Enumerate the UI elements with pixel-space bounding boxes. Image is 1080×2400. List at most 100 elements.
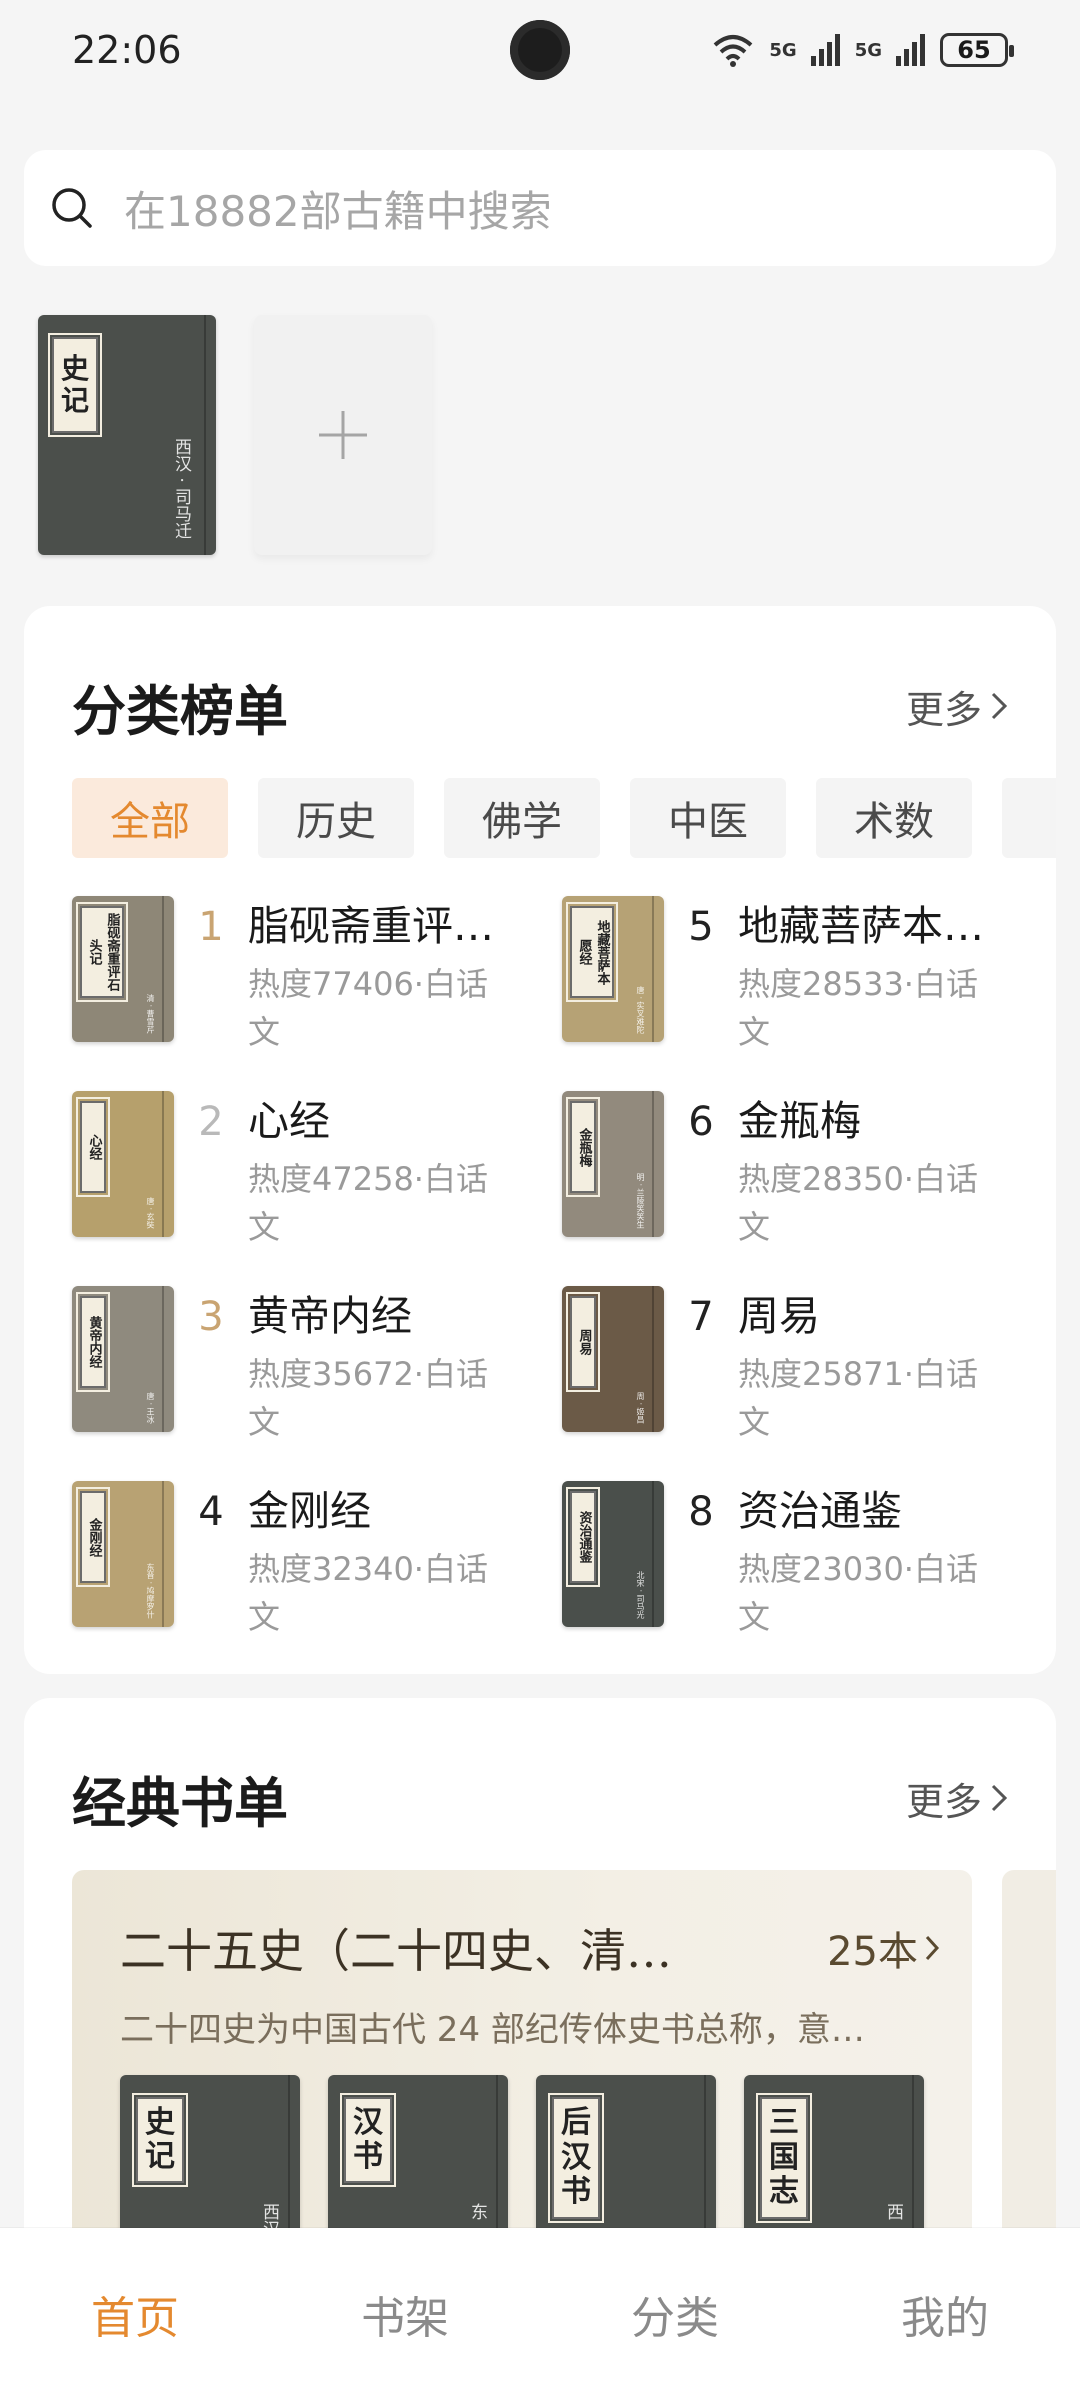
book-cover: 金刚经东晋 · 鸠摩罗什 [72, 1481, 174, 1627]
cover-title-label: 史 记 [48, 333, 102, 437]
cover-author: 北宋 · 司马光 [636, 1571, 645, 1619]
cover-title-char: 书 [561, 2174, 591, 2210]
cover-title-line: 头记 [86, 939, 102, 965]
cover-author: 东晋 · 鸠摩罗什 [146, 1563, 155, 1619]
category-chip[interactable]: 全部 [72, 778, 228, 858]
cover-spine [652, 1091, 654, 1237]
banner-title-row: 二十五史（二十四史、清… 25本 [120, 1910, 940, 1986]
rank-info: 脂砚斋重评… 热度77406·白话文 [248, 896, 508, 1056]
recent-book-shiji[interactable]: 史 记 西汉 · 司马迁 [38, 315, 216, 555]
cover-author: 西汉 · 司马迁 [171, 437, 191, 539]
next-booklist-banner[interactable] [1002, 1870, 1056, 2290]
cover-title-label: 周易 [566, 1292, 600, 1392]
cover-spine [162, 896, 164, 1042]
rank-item[interactable]: 周易周 · 姬昌 7 周易 热度25871·白话文 [562, 1286, 1032, 1481]
cover-title-char: 史 [145, 2104, 175, 2140]
banner-description: 二十四史为中国古代 24 部纪传体史书总称，意… [120, 2010, 865, 2050]
cover-title-label: 资治通鉴 [566, 1487, 600, 1587]
cover-title-label: 黄帝内经 [76, 1292, 110, 1392]
book-cover: 脂砚斋重评石 头记清 · 曹雪芹 [72, 896, 174, 1042]
nav-tab[interactable]: 我的 [845, 2282, 1045, 2346]
rank-number: 4 [198, 1489, 224, 1535]
rank-item[interactable]: 资治通鉴 北宋 · 司马光 8 资治通鉴 热度23030·白话文 [562, 1481, 1032, 1676]
cover-spine [652, 896, 654, 1042]
rank-title: 金瓶梅 [738, 1097, 861, 1145]
cover-spine [652, 1286, 654, 1432]
category-chip[interactable]: 术数 [816, 778, 972, 858]
rank-info: 金瓶梅热度28350·白话文 [738, 1091, 998, 1251]
rank-meta: 热度28350·白话文 [738, 1160, 978, 1246]
rank-item[interactable]: 黄帝内经唐 · 王冰 3 黄帝内经 热度35672·白话文 [72, 1286, 562, 1481]
rank-item[interactable]: 心经唐 · 玄奘 2 心经 热度47258·白话文 [72, 1091, 562, 1286]
cover-title-line: 心经 [86, 1134, 102, 1160]
rank-title: 资治通鉴 [738, 1487, 902, 1535]
cover-title-char: 记 [60, 384, 89, 417]
status-time: 22:06 [72, 28, 182, 72]
category-chip[interactable]: 佛学 [444, 778, 600, 858]
status-icons: 5G 5G 65 [711, 33, 1014, 67]
book-cover: 金瓶梅明 · 兰陵笑笑生 [562, 1091, 664, 1237]
book-cover: 资治通鉴北宋 · 司马光 [562, 1481, 664, 1627]
network-label-2: 5G [854, 39, 882, 61]
cover-title-label: 史记 [132, 2093, 188, 2187]
rank-meta: 热度28533·白话文 [738, 965, 978, 1051]
nav-tab[interactable]: 分类 [575, 2282, 775, 2346]
rank-info: 黄帝内经 热度35672·白话文 [248, 1286, 508, 1446]
cover-title-label: 金刚经 [76, 1487, 110, 1587]
more-link[interactable]: 更多 [906, 679, 1008, 734]
add-book-button[interactable] [254, 315, 432, 555]
rank-meta: 热度25871·白话文 [738, 1355, 978, 1441]
signal-icon [810, 34, 840, 66]
book-cover: 黄帝内经唐 · 王冰 [72, 1286, 174, 1432]
cover-title-char: 记 [145, 2139, 175, 2174]
search-placeholder: 在18882部古籍中搜索 [124, 186, 552, 236]
rank-item[interactable]: 金瓶梅明 · 兰陵笑笑生 6 金瓶梅热度28350·白话文 [562, 1091, 1032, 1286]
rank-number: 6 [688, 1099, 714, 1145]
nav-tab[interactable]: 书架 [305, 2282, 505, 2346]
section-title: 分类榜单 [72, 678, 288, 743]
recent-books: 史 记 西汉 · 司马迁 [38, 315, 432, 555]
rank-meta: 热度23030·白话文 [738, 1550, 978, 1636]
booklist-banner[interactable]: 二十五史（二十四史、清… 25本 二十四史为中国古代 24 部纪传体史书总称，意… [72, 1870, 972, 2290]
chevron-right-icon [925, 1935, 940, 1961]
signal-icon [896, 34, 925, 66]
rank-info: 周易 热度25871·白话文 [738, 1286, 998, 1446]
nav-tab[interactable]: 首页 [35, 2282, 235, 2346]
rank-item[interactable]: 地藏菩萨本 愿经唐 · 实叉难陀 5 地藏菩萨本… 热度28533·白话文 [562, 896, 1032, 1091]
banner-count-label: 25本 [827, 1929, 918, 1975]
cover-title-line: 地藏菩萨本 [594, 919, 610, 985]
more-link[interactable]: 更多 [906, 1771, 1008, 1826]
rank-list: 脂砚斋重评石 头记清 · 曹雪芹 1 脂砚斋重评… 热度77406·白话文 地藏菩萨本 愿经… [72, 896, 1032, 1676]
cover-spine [652, 1481, 654, 1627]
banner-count[interactable]: 25本 [827, 1919, 940, 1977]
search-bar[interactable]: 在18882部古籍中搜索 [24, 150, 1056, 266]
rank-item[interactable]: 金刚经东晋 · 鸠摩罗什 4 金刚经 热度32340·白话文 [72, 1481, 562, 1676]
category-chip[interactable]: 中医 [630, 778, 786, 858]
more-label: 更多 [905, 1779, 982, 1824]
cover-spine [162, 1286, 164, 1432]
rank-item[interactable]: 脂砚斋重评石 头记清 · 曹雪芹 1 脂砚斋重评… 热度77406·白话文 [72, 896, 562, 1091]
cover-title-label: 心经 [76, 1097, 110, 1197]
cover-spine [162, 1481, 164, 1627]
cover-title-line: 资治通鉴 [576, 1511, 592, 1563]
cover-author: 周 · 姬昌 [636, 1392, 645, 1424]
cover-spine [204, 315, 206, 555]
book-cover: 周易周 · 姬昌 [562, 1286, 664, 1432]
cover-title-line: 脂砚斋重评石 [104, 913, 120, 991]
banner-title: 二十五史（二十四史、清… [120, 1924, 672, 1978]
category-chip[interactable]: 历史 [258, 778, 414, 858]
cover-spine [162, 1091, 164, 1237]
rank-info: 资治通鉴热度23030·白话文 [738, 1481, 998, 1641]
cover-title-char: 史 [60, 351, 89, 385]
rank-info: 金刚经 热度32340·白话文 [248, 1481, 508, 1641]
cover-author: 清 · 曹雪芹 [146, 994, 155, 1034]
category-chip[interactable]: 小 [1002, 778, 1056, 858]
rank-header: 分类榜单 更多 [72, 666, 1008, 746]
cover-title-char: 国 [769, 2139, 799, 2175]
rank-meta: 热度35672·白话文 [248, 1355, 488, 1441]
rank-number: 3 [198, 1294, 224, 1340]
cover-title-char: 汉 [561, 2139, 591, 2175]
cover-author: 唐 · 玄奘 [146, 1197, 155, 1229]
rank-title: 脂砚斋重评… [248, 902, 494, 950]
cover-author: 明 · 兰陵笑笑生 [636, 1173, 645, 1229]
